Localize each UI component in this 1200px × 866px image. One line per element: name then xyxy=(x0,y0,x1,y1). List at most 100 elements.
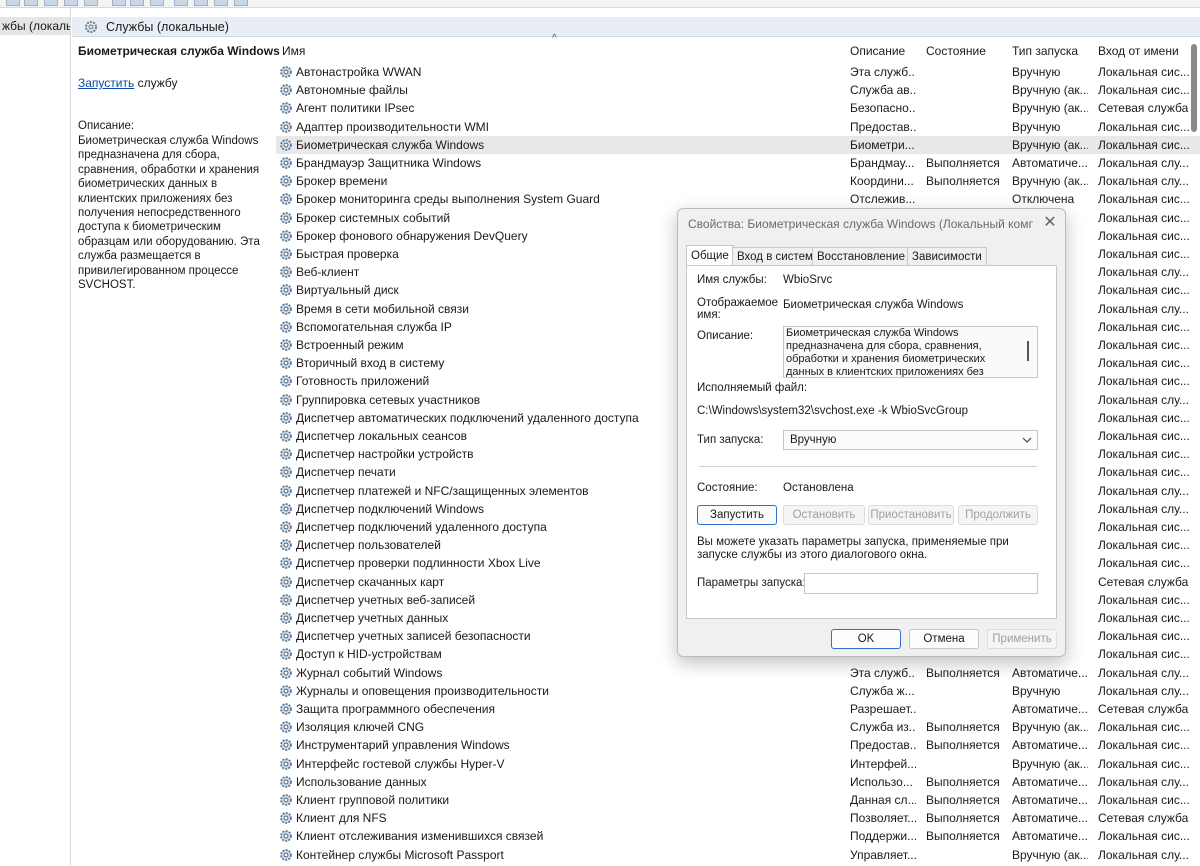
service-startup-cell: Вручную xyxy=(1012,65,1061,79)
service-row[interactable]: Адаптер производительности WMI Предостав.… xyxy=(276,118,1200,136)
service-row[interactable]: Автонастройка WWAN Эта служб... Вручную Лок… xyxy=(276,63,1200,81)
service-gear-icon xyxy=(280,339,292,351)
display-name-label: Отображаемое имя: xyxy=(697,297,779,321)
tree-item-services[interactable]: жбы (локалы xyxy=(0,17,70,35)
service-name-cell: Клиент групповой политики xyxy=(296,793,450,807)
service-row[interactable]: Использование данных Использо... Выполняет… xyxy=(276,773,1200,791)
service-row[interactable]: Агент политики IPsec Безопасно... Вручную … xyxy=(276,99,1200,117)
toolbar-button[interactable] xyxy=(24,0,38,6)
service-gear-icon xyxy=(280,721,292,733)
scrollbar-thumb[interactable] xyxy=(1191,44,1197,132)
toolbar-button[interactable] xyxy=(6,0,20,6)
toolbar-button[interactable] xyxy=(150,0,164,6)
toolbar-button[interactable] xyxy=(194,0,208,6)
service-gear-icon xyxy=(280,703,292,715)
service-logon-cell: Локальная сис... xyxy=(1098,137,1190,152)
service-logon-cell: Локальная сис... xyxy=(1098,338,1190,352)
service-logon-cell: Локальная сис... xyxy=(1098,283,1190,298)
toolbar-button[interactable] xyxy=(214,0,228,6)
toolbar-button[interactable] xyxy=(64,0,78,6)
service-logon-cell: Локальная слу... xyxy=(1098,301,1189,316)
service-logon-cell: Локальная сис... xyxy=(1098,374,1190,389)
status-value: Остановлена xyxy=(783,482,854,494)
toolbar-button[interactable] xyxy=(112,0,126,6)
description-scrollbar[interactable] xyxy=(1027,341,1029,361)
service-logon-cell: Сетевая служба xyxy=(1098,101,1189,116)
toolbar-button[interactable] xyxy=(84,0,98,6)
display-name-value[interactable]: Биометрическая служба Windows xyxy=(783,299,963,311)
apply-button[interactable]: Применить xyxy=(987,629,1057,649)
toolbar-button[interactable] xyxy=(44,0,58,6)
toolbar-button[interactable] xyxy=(174,0,188,6)
startup-type-select[interactable]: Вручную xyxy=(783,430,1038,450)
service-logon-cell: Локальная сис... xyxy=(1098,65,1190,79)
service-row[interactable]: Клиент групповой политики Данная сл... Вып… xyxy=(276,791,1200,809)
service-gear-icon xyxy=(280,484,292,497)
tab-logon[interactable]: Вход в систему xyxy=(732,247,824,266)
start-button[interactable]: Запустить xyxy=(697,505,777,525)
close-icon[interactable]: ✕ xyxy=(1040,213,1060,233)
console-tree: жбы (локалы xyxy=(0,8,71,866)
service-row[interactable]: Брокер мониторинга среды выполнения Syst… xyxy=(276,190,1200,208)
stop-button[interactable]: Остановить xyxy=(783,505,865,525)
service-logon-cell: Локальная сис... xyxy=(1098,192,1190,207)
service-row[interactable]: Защита программного обеспечения Разрешает… xyxy=(276,700,1200,718)
column-header-description[interactable]: Описание xyxy=(850,38,920,64)
service-startup-cell: Вручную xyxy=(1012,683,1061,698)
service-row[interactable]: Брокер времени Координи... Выполняется Вруч… xyxy=(276,172,1200,190)
service-row[interactable]: Биометрическая служба Windows Биометри...… xyxy=(276,135,1200,154)
service-gear-icon xyxy=(280,229,292,242)
service-gear-icon xyxy=(280,794,292,806)
service-detail-pane: Биометрическая служба Windows Запустить … xyxy=(72,38,280,866)
cancel-button[interactable]: Отмена xyxy=(909,629,979,649)
service-startup-cell: Вручную (ак... xyxy=(1012,101,1088,116)
service-row[interactable]: Контейнер службы Microsoft Passport Управ… xyxy=(276,846,1200,864)
service-logon-cell: Локальная слу... xyxy=(1098,683,1189,698)
service-logon-cell: Сетевая служба xyxy=(1098,702,1189,716)
column-header-status[interactable]: Состояние xyxy=(926,38,1006,64)
vertical-scrollbar[interactable] xyxy=(1188,38,1200,866)
service-name-cell: Адаптер производительности WMI xyxy=(296,119,490,134)
service-logon-cell: Локальная слу... xyxy=(1098,265,1189,280)
service-description-cell: Эта служб... xyxy=(850,65,916,79)
service-row[interactable]: Изоляция ключей CNG Служба из... Выполняет… xyxy=(276,718,1200,736)
toolbar-button[interactable] xyxy=(234,0,248,6)
description-box[interactable]: Биометрическая служба Windows предназнач… xyxy=(783,326,1038,378)
service-logon-cell: Локальная сис... xyxy=(1098,556,1190,571)
service-row[interactable]: Инструментарий управления Windows Предост… xyxy=(276,736,1200,754)
service-description-cell: Служба ав... xyxy=(850,83,916,98)
column-header-startup-type[interactable]: Тип запуска xyxy=(1012,38,1092,64)
service-row[interactable]: Клиент для NFS Позволяет... Выполняется Авт… xyxy=(276,809,1200,827)
column-header-logon-as[interactable]: Вход от имени xyxy=(1098,38,1194,64)
ok-button[interactable]: OK xyxy=(831,629,901,649)
service-row[interactable]: Журналы и оповещения производительности С… xyxy=(276,682,1200,700)
service-status-cell xyxy=(926,63,1004,81)
service-row[interactable]: Автономные файлы Служба ав... Вручную (ак.… xyxy=(276,81,1200,99)
resume-button[interactable]: Продолжить xyxy=(958,505,1038,525)
tab-recovery[interactable]: Восстановление xyxy=(812,247,910,266)
start-parameters-input[interactable] xyxy=(804,573,1038,594)
service-row[interactable]: Брандмауэр Защитника Windows Брандмау... В… xyxy=(276,154,1200,172)
service-status-cell xyxy=(926,136,1004,154)
start-service-link[interactable]: Запустить xyxy=(78,76,134,90)
service-gear-icon xyxy=(280,448,292,460)
service-name-cell: Клиент для NFS xyxy=(296,811,387,826)
tab-dependencies[interactable]: Зависимости xyxy=(907,247,987,266)
header-title: Службы (локальные) xyxy=(106,20,229,34)
pause-button[interactable]: Приостановить xyxy=(868,505,954,525)
service-gear-icon xyxy=(280,357,292,369)
service-gear-icon xyxy=(280,593,292,606)
service-row[interactable]: Интерфейс гостевой службы Hyper-V Интерфе… xyxy=(276,755,1200,773)
service-logon-cell: Локальная сис... xyxy=(1098,629,1190,644)
service-gear-icon xyxy=(280,666,292,679)
service-row[interactable]: Журнал событий Windows Эта служб... Выполн… xyxy=(276,664,1200,682)
service-status-cell xyxy=(926,118,1004,136)
service-row[interactable]: Клиент отслеживания изменившихся связей П… xyxy=(276,827,1200,845)
tab-general[interactable]: Общие xyxy=(686,245,734,266)
service-description-cell: Отслежив... xyxy=(850,192,916,207)
service-gear-icon xyxy=(280,612,292,624)
column-header-name[interactable]: Имя xyxy=(282,38,842,64)
service-gear-icon xyxy=(280,812,292,824)
toolbar-button[interactable] xyxy=(130,0,144,6)
dialog-title: Свойства: Биометрическая служба Windows … xyxy=(688,217,1033,231)
